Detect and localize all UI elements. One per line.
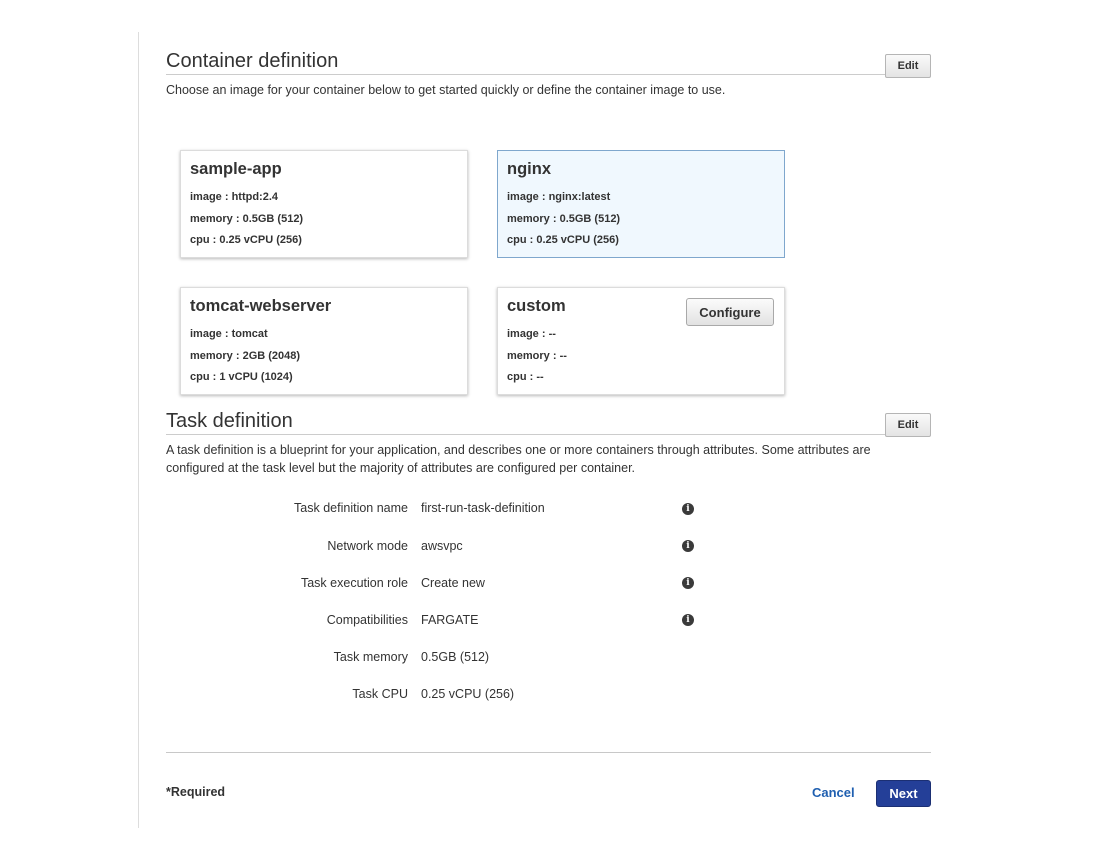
card-image: image : httpd:2.4 [190,191,279,203]
field-label-task-cpu: Task CPU [352,687,408,701]
card-cpu: cpu : 0.25 vCPU (256) [190,234,302,246]
field-value-task-definition-name: first-run-task-definition [421,501,545,515]
card-cpu: cpu : 1 vCPU (1024) [190,371,293,383]
info-icon[interactable]: i [682,540,694,552]
task-definition-title: Task definition [166,410,293,432]
field-label-compatibilities: Compatibilities [326,613,408,627]
info-icon[interactable]: i [682,503,694,515]
card-memory: memory : 0.5GB (512) [507,213,621,225]
card-memory: memory : -- [507,350,567,362]
left-divider [138,32,139,828]
card-cpu: cpu : -- [507,371,544,383]
container-definition-section: Container definition Edit Choose an imag… [166,48,931,99]
container-definition-title: Container definition [166,50,339,72]
card-image: image : tomcat [190,328,268,340]
cancel-link[interactable]: Cancel [812,785,855,800]
field-label-task-definition-name: Task definition name [294,501,408,515]
container-definition-description: Choose an image for your container below… [166,83,726,97]
field-value-compatibilities: FARGATE [421,613,479,627]
card-memory: memory : 2GB (2048) [190,350,301,362]
field-label-network-mode: Network mode [327,539,408,553]
card-image: image : -- [507,328,556,340]
field-label-task-execution-role: Task execution role [300,576,408,590]
card-title: nginx [507,160,551,178]
task-definition-section: Task definition Edit A task definition i… [166,408,931,477]
container-card-nginx[interactable]: nginx image : nginx:latest memory : 0.5G… [497,150,785,258]
container-card-custom[interactable]: custom Configure image : -- memory : -- … [497,287,785,395]
field-value-network-mode: awsvpc [421,539,463,553]
card-title: tomcat-webserver [190,297,332,315]
info-icon[interactable]: i [682,577,694,589]
card-title: sample-app [190,160,282,178]
configure-button[interactable]: Configure [686,298,774,326]
required-note: *Required [166,785,226,799]
task-definition-edit-button[interactable]: Edit [885,413,931,437]
task-definition-header: Task definition Edit [166,408,931,437]
field-value-task-execution-role: Create new [421,576,485,590]
info-icon[interactable]: i [682,614,694,626]
card-memory: memory : 0.5GB (512) [190,213,304,225]
next-button[interactable]: Next [876,780,931,807]
field-label-task-memory: Task memory [333,650,408,664]
container-definition-edit-button[interactable]: Edit [885,54,931,78]
card-cpu: cpu : 0.25 vCPU (256) [507,234,619,246]
field-value-task-cpu: 0.25 vCPU (256) [421,687,515,701]
container-card-tomcat-webserver[interactable]: tomcat-webserver image : tomcat memory :… [180,287,468,395]
card-title: custom [507,297,566,315]
field-value-task-memory: 0.5GB (512) [421,650,490,664]
task-definition-description: A task definition is a blueprint for you… [166,443,871,475]
container-definition-header: Container definition Edit [166,48,931,78]
footer-divider [166,752,931,753]
container-card-sample-app[interactable]: sample-app image : httpd:2.4 memory : 0.… [180,150,468,258]
card-image: image : nginx:latest [507,191,611,203]
